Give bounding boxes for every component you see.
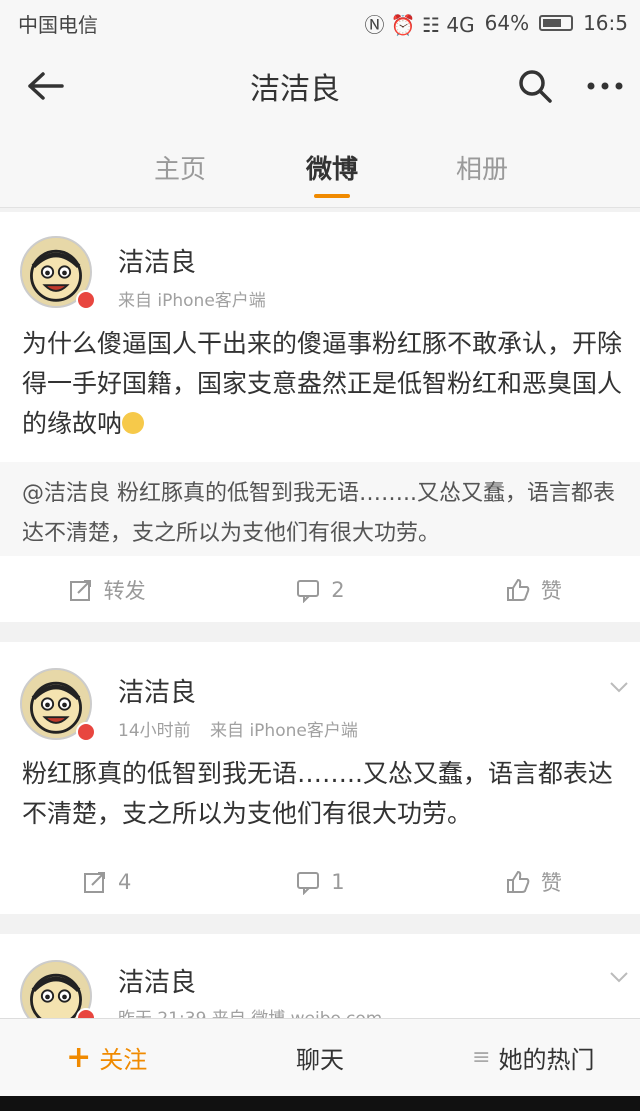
chevron-down-icon[interactable]	[608, 966, 630, 988]
follow-button[interactable]: + 关注	[0, 1019, 213, 1096]
status-bar: 中国电信 Ⓝ ⏰ ☷ 4G 64% 16:5	[0, 0, 640, 46]
like-button[interactable]: 赞	[427, 850, 640, 914]
hot-posts-label: 她的热门	[498, 1046, 595, 1074]
like-label: 赞	[540, 871, 562, 895]
comment-button[interactable]: 2	[213, 558, 426, 622]
profile-tabs: 主页 微博 相册	[0, 126, 640, 208]
more-dots-icon	[587, 82, 623, 90]
post-username[interactable]: 洁洁良	[118, 242, 196, 279]
post-card[interactable]: 洁洁良 来自 iPhone客户端 为什么傻逼国人干出来的傻逼事粉红豚不敢承认，开…	[0, 212, 640, 622]
smile-emoji-icon	[122, 412, 145, 434]
post-card[interactable]: 洁洁良 14小时前 来自 iPhone客户端 粉红豚真的低智到我无语……..又怂…	[0, 642, 640, 914]
post-actions: 转发 2 赞	[0, 558, 640, 622]
battery-icon	[539, 15, 574, 31]
battery-percent: 64%	[484, 11, 530, 35]
quoted-post[interactable]: @洁洁良 粉红豚真的低智到我无语……..又怂又蠢，语言都表达不清楚，支之所以为支…	[0, 462, 640, 556]
repost-icon	[83, 872, 105, 893]
post-source: 来自 iPhone客户端	[118, 291, 266, 311]
chevron-down-icon[interactable]	[608, 676, 630, 698]
post-meta: 来自 iPhone客户端	[118, 286, 266, 311]
follow-label: 关注	[99, 1046, 148, 1074]
thumbs-up-icon	[506, 870, 530, 893]
post-username[interactable]: 洁洁良	[118, 672, 196, 709]
tab-weibo[interactable]: 微博	[272, 126, 392, 208]
repost-label: 转发	[103, 579, 146, 603]
carrier-label: 中国电信	[18, 12, 98, 37]
post-username[interactable]: 洁洁良	[118, 962, 196, 999]
post-source: 来自 iPhone客户端	[210, 721, 358, 741]
page-title: 洁洁良	[250, 72, 340, 107]
repost-button[interactable]: 4	[0, 850, 213, 914]
like-label: 赞	[540, 579, 562, 603]
tab-album[interactable]: 相册	[422, 126, 542, 208]
navigation-bar: 洁洁良	[0, 46, 640, 126]
repost-icon	[69, 580, 91, 601]
post-body: 为什么傻逼国人干出来的傻逼事粉红豚不敢承认，开除得一手好国籍，国家支意盎然正是低…	[22, 324, 622, 444]
more-button[interactable]	[570, 46, 640, 126]
plus-icon: +	[66, 1040, 92, 1075]
post-card[interactable]: 洁洁良 昨天 21:39 来自 微博 weibo.com	[0, 934, 640, 1018]
search-button[interactable]	[500, 46, 570, 126]
repost-count: 4	[117, 870, 132, 894]
tab-home[interactable]: 主页	[120, 126, 240, 208]
quoted-text: @洁洁良 粉红豚真的低智到我无语……..又怂又蠢，语言都表达不清楚，支之所以为支…	[22, 481, 615, 546]
signal-icons: Ⓝ ⏰ ☷ 4G	[364, 12, 475, 37]
chat-label: 聊天	[295, 1046, 344, 1074]
post-meta: 14小时前 来自 iPhone客户端	[118, 716, 358, 741]
arrow-left-icon	[28, 72, 64, 100]
like-button[interactable]: 赞	[427, 558, 640, 622]
status-indicators: Ⓝ ⏰ ☷ 4G 64% 16:5	[364, 9, 628, 38]
thumbs-up-icon	[506, 578, 530, 601]
verified-badge-icon	[76, 722, 96, 742]
back-button[interactable]	[0, 46, 90, 126]
menu-icon: ≡	[472, 1045, 491, 1070]
comment-count: 1	[331, 870, 345, 894]
comment-button[interactable]: 1	[213, 850, 426, 914]
post-text: 为什么傻逼国人干出来的傻逼事粉红豚不敢承认，开除得一手好国籍，国家支意盎然正是低…	[22, 329, 623, 438]
post-time: 14小时前	[118, 721, 191, 741]
verified-badge-icon	[76, 1008, 96, 1018]
bottom-action-bar: + 关注 聊天 ≡ 她的热门	[0, 1018, 640, 1096]
comment-count: 2	[331, 578, 345, 602]
comment-icon	[297, 580, 320, 603]
tab-weibo-label: 微博	[305, 154, 358, 185]
post-actions: 4 1 赞	[0, 850, 640, 914]
bottom-edge	[0, 1096, 640, 1111]
comment-icon	[297, 872, 320, 895]
active-tab-indicator	[314, 194, 350, 198]
search-icon	[519, 70, 552, 103]
post-body: 粉红豚真的低智到我无语……..又怂又蠢，语言都表达不清楚，支之所以为支他们有很大…	[22, 759, 613, 828]
clock: 16:5	[583, 11, 628, 35]
verified-badge-icon	[76, 290, 96, 310]
post-meta: 昨天 21:39 来自 微博 weibo.com	[118, 1004, 382, 1018]
chat-button[interactable]: 聊天	[213, 1019, 426, 1096]
hot-posts-button[interactable]: ≡ 她的热门	[427, 1019, 640, 1096]
repost-button[interactable]: 转发	[0, 558, 213, 622]
